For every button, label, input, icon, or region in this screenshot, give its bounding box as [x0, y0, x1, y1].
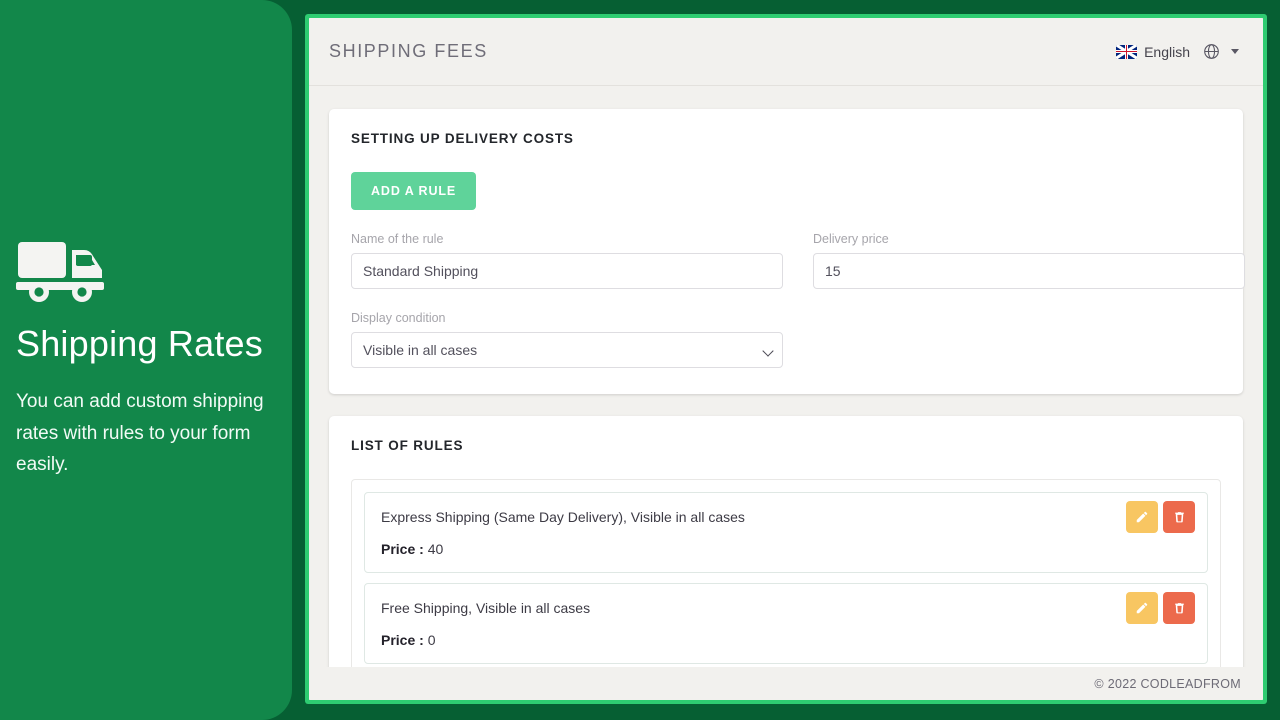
delivery-truck-icon: [16, 238, 112, 302]
pencil-icon: [1135, 601, 1149, 615]
globe-icon: [1203, 43, 1220, 60]
promo-title: Shipping Rates: [16, 324, 296, 364]
content-area: SETTING UP DELIVERY COSTS ADD A RULE Nam…: [309, 87, 1263, 667]
setup-card-heading: SETTING UP DELIVERY COSTS: [351, 131, 1221, 146]
delivery-price-input[interactable]: [813, 253, 1245, 289]
rule-price: Price : 40: [381, 541, 1191, 557]
pencil-icon: [1135, 510, 1149, 524]
display-condition-select-wrap: Visible in all cases: [351, 332, 783, 368]
trash-icon: [1173, 601, 1186, 615]
display-condition-label: Display condition: [351, 311, 783, 325]
display-condition-row: Display condition Visible in all cases: [351, 311, 1221, 368]
display-condition-spacer: [813, 311, 1245, 368]
edit-rule-button[interactable]: [1126, 592, 1158, 624]
add-rule-button[interactable]: ADD A RULE: [351, 172, 476, 210]
promo-content: Shipping Rates You can add custom shippi…: [16, 238, 296, 481]
rule-name-label: Name of the rule: [351, 232, 783, 246]
delete-rule-button[interactable]: [1163, 592, 1195, 624]
setting-up-delivery-costs-card: SETTING UP DELIVERY COSTS ADD A RULE Nam…: [329, 109, 1243, 394]
promo-subtitle: You can add custom shipping rates with r…: [16, 386, 292, 482]
delivery-price-label: Delivery price: [813, 232, 1245, 246]
app-surface: SHIPPING FEES English: [309, 18, 1263, 700]
rule-price-value: 40: [428, 541, 444, 557]
delivery-price-field-group: Delivery price: [813, 232, 1245, 289]
promo-panel: Shipping Rates You can add custom shippi…: [0, 0, 292, 720]
rule-actions: [1126, 592, 1195, 624]
language-selector[interactable]: English: [1116, 43, 1239, 60]
rule-fields-row: Name of the rule Delivery price: [351, 232, 1221, 289]
rules-card-heading: LIST OF RULES: [351, 438, 1221, 453]
copyright-text: © 2022 CODLEADFROM: [1094, 677, 1241, 691]
list-of-rules-card: LIST OF RULES Express Shipping (Same Day…: [329, 416, 1243, 667]
language-label: English: [1144, 44, 1190, 60]
rule-item: Free Shipping, Visible in all cases Price…: [364, 583, 1208, 664]
delete-rule-button[interactable]: [1163, 501, 1195, 533]
rules-list: Express Shipping (Same Day Delivery), Vi…: [351, 479, 1221, 667]
rule-actions: [1126, 501, 1195, 533]
display-condition-select[interactable]: Visible in all cases: [351, 332, 783, 368]
display-condition-field-group: Display condition Visible in all cases: [351, 311, 783, 368]
app-topbar: SHIPPING FEES English: [309, 18, 1263, 86]
page-title: SHIPPING FEES: [329, 41, 488, 62]
rule-price-value: 0: [428, 632, 436, 648]
uk-flag-icon: [1116, 45, 1137, 59]
app-footer: © 2022 CODLEADFROM: [309, 667, 1263, 700]
rule-title: Free Shipping, Visible in all cases: [381, 599, 1191, 617]
rule-name-field-group: Name of the rule: [351, 232, 783, 289]
rule-name-input[interactable]: [351, 253, 783, 289]
edit-rule-button[interactable]: [1126, 501, 1158, 533]
rule-price: Price : 0: [381, 632, 1191, 648]
rule-item: Express Shipping (Same Day Delivery), Vi…: [364, 492, 1208, 573]
rule-price-label: Price :: [381, 541, 428, 557]
trash-icon: [1173, 510, 1186, 524]
chevron-down-icon: [1231, 49, 1239, 54]
rule-price-label: Price :: [381, 632, 428, 648]
app-window: SHIPPING FEES English: [305, 14, 1267, 704]
rule-title: Express Shipping (Same Day Delivery), Vi…: [381, 508, 1191, 526]
